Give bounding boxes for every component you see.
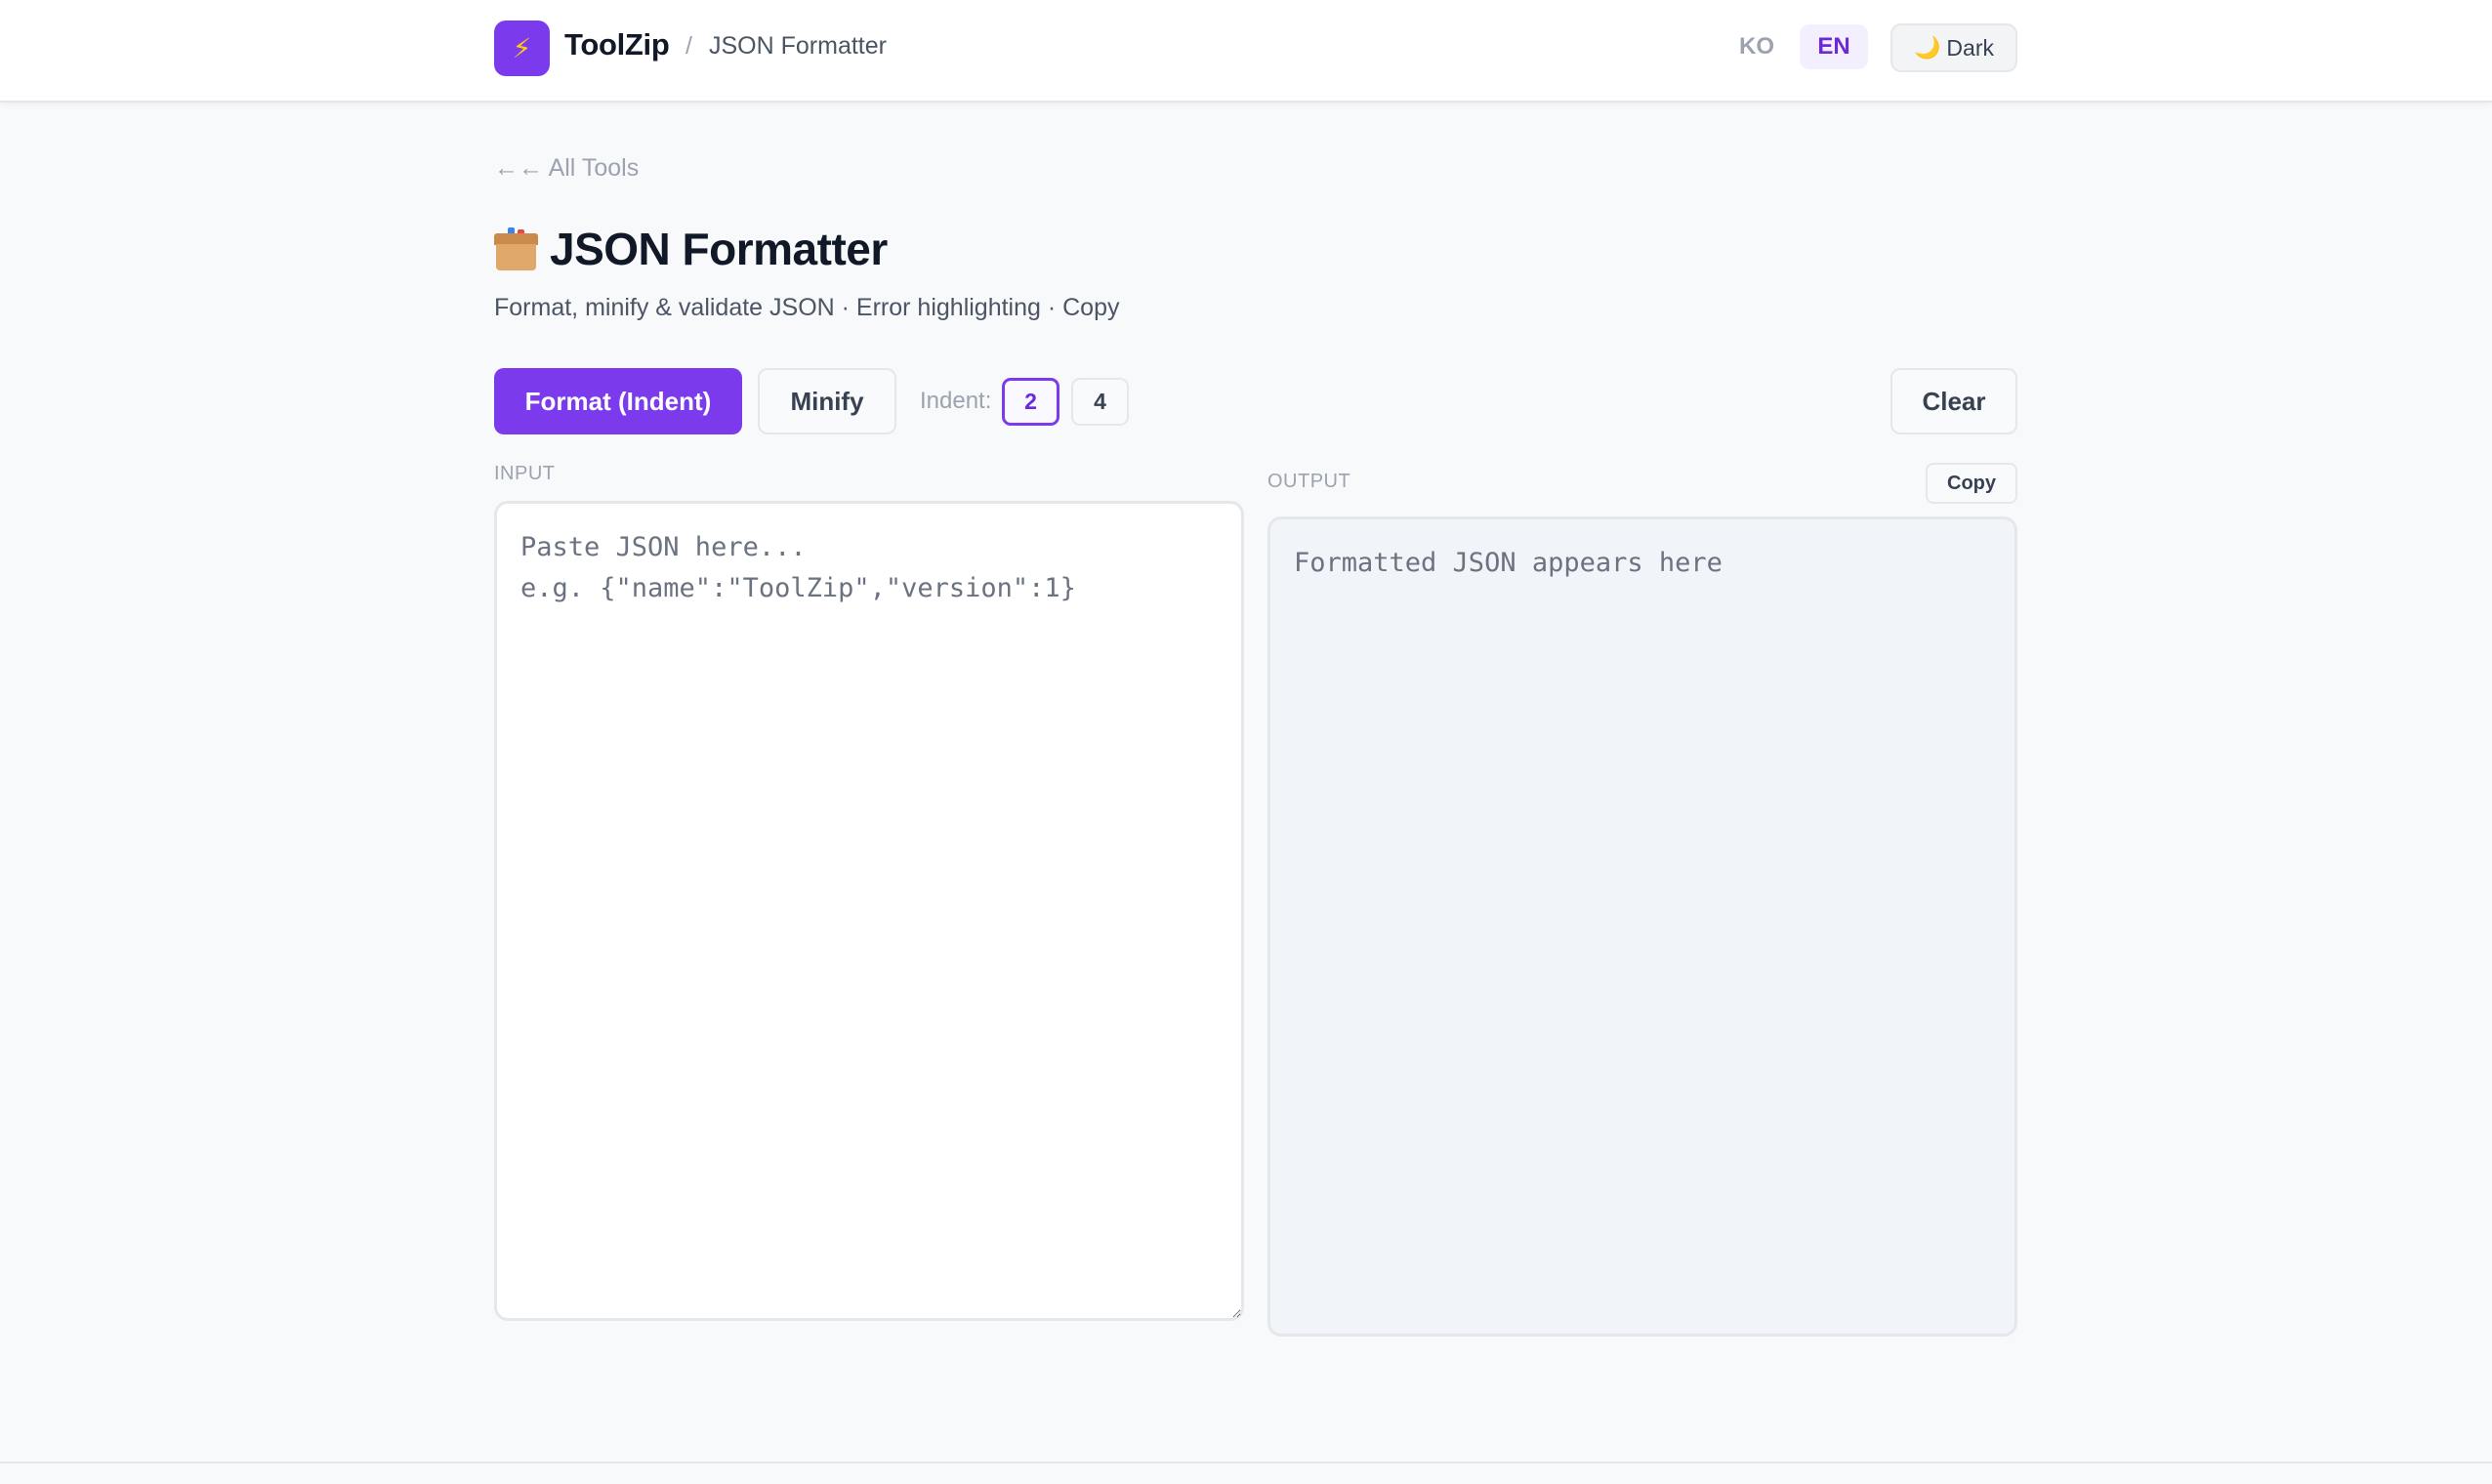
indent-label: Indent: (920, 388, 992, 414)
card-file-box-icon (494, 227, 538, 270)
copy-output-button[interactable]: Copy (1926, 463, 2017, 504)
minify-button[interactable]: Minify (758, 368, 896, 434)
output-label: OUTPUT (1267, 471, 1351, 492)
output-placeholder: Formatted JSON appears here (1294, 548, 1723, 578)
input-label: INPUT (494, 463, 556, 484)
json-input-textarea[interactable] (494, 501, 1244, 1321)
language-ko-button[interactable]: KO (1726, 24, 1787, 69)
footer-divider (0, 1462, 2492, 1463)
dark-mode-label: Dark (1946, 34, 1994, 61)
clear-button[interactable]: Clear (1890, 368, 2017, 434)
top-header: ⚡ ToolZip / JSON Formatter KO EN 🌙 Dark (0, 0, 2492, 103)
indent-option-4[interactable]: 4 (1071, 378, 1129, 426)
all-tools-back-link[interactable]: ←← All Tools (494, 154, 639, 183)
breadcrumb-current-page: JSON Formatter (709, 32, 887, 60)
moon-icon: 🌙 (1914, 35, 1941, 60)
dark-mode-toggle[interactable]: 🌙 Dark (1890, 23, 2017, 72)
breadcrumb-separator: / (685, 32, 692, 60)
json-output-panel[interactable]: Formatted JSON appears here (1267, 516, 2017, 1337)
lightning-icon[interactable]: ⚡ (494, 21, 550, 76)
page-title-row: JSON Formatter (494, 223, 888, 275)
language-en-button[interactable]: EN (1800, 24, 1868, 69)
format-indent-button[interactable]: Format (Indent) (494, 368, 742, 434)
page-subtitle: Format, minify & validate JSON · Error h… (494, 294, 1120, 321)
page-title: JSON Formatter (550, 224, 888, 274)
brand-name[interactable]: ToolZip (564, 27, 670, 62)
indent-option-2[interactable]: 2 (1002, 378, 1059, 426)
